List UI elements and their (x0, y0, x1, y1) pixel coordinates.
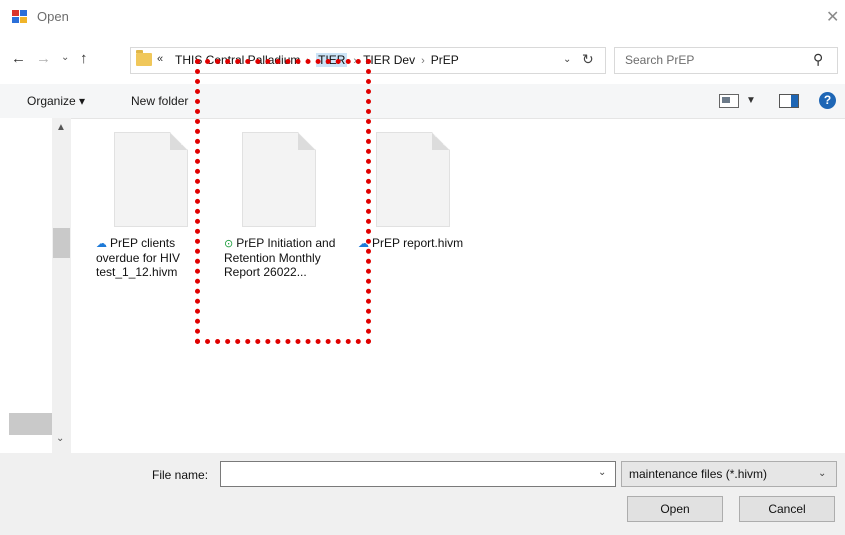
organize-button[interactable]: Organize ▾ (27, 94, 85, 108)
scroll-thumb[interactable] (53, 228, 70, 258)
open-button[interactable]: Open (627, 496, 723, 522)
back-arrow-icon[interactable]: ← (11, 50, 26, 67)
chevron-down-icon[interactable]: ⌄ (818, 468, 826, 479)
scroll-down-icon[interactable]: ⌄ (56, 433, 64, 444)
folder-icon (136, 50, 152, 66)
file-name-text: PrEP clients overdue for HIV test_1_12.h… (96, 236, 181, 279)
new-folder-button[interactable]: New folder (131, 94, 188, 108)
search-box[interactable]: Search PrEP ⚲ (614, 47, 838, 74)
up-arrow-icon[interactable]: ↑ (80, 50, 88, 67)
bottom-panel: File name: ⌄ maintenance files (*.hivm) … (0, 453, 845, 535)
view-dropdown-icon[interactable]: ▼ (746, 95, 756, 106)
document-icon (376, 132, 450, 227)
file-type-select[interactable]: maintenance files (*.hivm) ⌄ (621, 461, 837, 487)
forward-arrow-icon[interactable]: → (36, 50, 51, 67)
file-name-dropdown-icon[interactable]: ⌄ (598, 467, 606, 478)
address-dropdown-icon[interactable]: ⌄ (563, 54, 571, 65)
scroll-up-icon[interactable]: ▲ (56, 122, 66, 133)
change-view-icon[interactable] (719, 94, 739, 108)
window-title: Open (37, 9, 69, 24)
breadcrumb-item[interactable]: PrEP (431, 53, 459, 67)
search-icon[interactable]: ⚲ (813, 51, 823, 68)
nav-scrollbar[interactable]: ▲ ⌄ (52, 118, 71, 453)
toolbar: Organize ▾ New folder ▼ ? (0, 84, 845, 119)
refresh-icon[interactable]: ↻ (582, 51, 594, 68)
file-type-value: maintenance files (*.hivm) (629, 467, 768, 481)
breadcrumb-overflow-icon[interactable]: « (157, 53, 163, 65)
document-icon (114, 132, 188, 227)
app-icon (12, 10, 28, 24)
file-name-label: File name: (152, 468, 209, 482)
search-input[interactable]: Search PrEP (625, 53, 694, 67)
close-icon[interactable]: ✕ (826, 7, 839, 27)
recent-locations-chevron-icon[interactable]: ⌄ (61, 52, 69, 63)
nav-pane-selection[interactable] (9, 413, 52, 435)
preview-pane-icon[interactable] (779, 94, 799, 108)
annotation-highlight-box (195, 59, 371, 344)
cloud-icon: ☁ (96, 238, 107, 250)
file-name-text: PrEP report.hivm (372, 236, 464, 250)
file-name-input[interactable]: ⌄ (220, 461, 616, 487)
breadcrumb-separator-icon[interactable]: › (421, 55, 425, 67)
cancel-button[interactable]: Cancel (739, 496, 835, 522)
file-name: ☁ PrEP report.hivm (358, 236, 478, 251)
title-bar: Open ✕ (0, 0, 845, 34)
help-icon[interactable]: ? (819, 92, 836, 109)
